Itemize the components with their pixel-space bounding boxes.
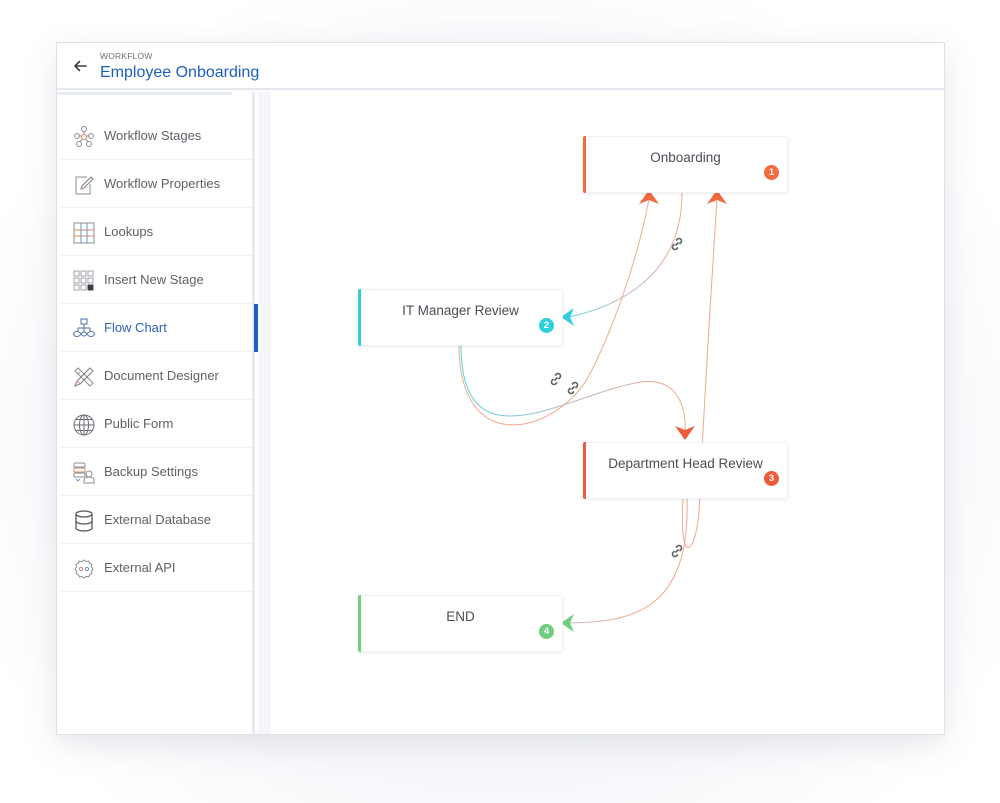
sidebar-item-backup-settings[interactable]: Backup Settings — [60, 448, 252, 496]
stage-node-it-manager-review[interactable]: IT Manager Review 2 — [358, 289, 563, 346]
sidebar-item-label: Workflow Stages — [104, 128, 202, 143]
sidebar-item-workflow-stages[interactable]: Workflow Stages — [60, 112, 252, 160]
chain-link-icon[interactable] — [669, 236, 685, 252]
sidebar-item-label: Insert New Stage — [104, 272, 204, 287]
page-title: Employee Onboarding — [100, 64, 260, 81]
edge-dept-head-to-end[interactable] — [568, 496, 688, 624]
stage-title: IT Manager Review — [402, 303, 519, 318]
sidebar-item-label: Public Form — [104, 416, 174, 431]
sidebar-item-document-designer[interactable]: Document Designer — [60, 352, 252, 400]
sidebar-item-label: External Database — [104, 512, 211, 527]
sidebar-item-lookups[interactable]: Lookups — [60, 208, 252, 256]
stage-number-badge: 4 — [539, 624, 554, 639]
app-window: WORKFLOW Employee Onboarding Workflow St… — [56, 42, 945, 735]
sidebar-item-label: Lookups — [104, 224, 154, 239]
sidebar-item-insert-new-stage[interactable]: Insert New Stage — [60, 256, 252, 304]
sidebar-divider — [57, 92, 232, 95]
stage-title: END — [446, 609, 475, 624]
chain-link-icon[interactable] — [548, 371, 564, 387]
sidebar-item-label: Flow Chart — [104, 320, 167, 335]
header-subtitle: WORKFLOW — [100, 51, 153, 61]
flowchart-icon — [73, 318, 95, 337]
sidebar-item-label: External API — [104, 560, 176, 575]
sidebar-item-external-database[interactable]: External Database — [60, 496, 252, 544]
sidebar-item-label: Backup Settings — [104, 464, 198, 479]
page-header: WORKFLOW Employee Onboarding — [57, 43, 944, 90]
stage-node-onboarding[interactable]: Onboarding 1 — [583, 136, 788, 193]
chain-link-icon[interactable] — [669, 543, 685, 559]
stage-node-department-head-review[interactable]: Department Head Review 3 — [583, 442, 788, 499]
arrow-left-icon[interactable] — [71, 57, 89, 75]
panel-splitter[interactable] — [258, 92, 271, 734]
sidebar-item-label: Workflow Properties — [104, 176, 221, 191]
stage-number-badge: 3 — [764, 471, 779, 486]
sidebar-item-external-api[interactable]: External API — [60, 544, 252, 592]
stage-number-badge: 1 — [764, 165, 779, 180]
sidebar-item-flow-chart[interactable]: Flow Chart — [60, 304, 258, 352]
backup-database-icon — [73, 462, 95, 484]
flowchart-canvas: Onboarding 1 IT Manager Review 2 Departm… — [271, 92, 944, 734]
edge-onboarding-to-it-manager[interactable] — [568, 192, 683, 318]
sidebar-item-public-form[interactable]: Public Form — [60, 400, 252, 448]
sidebar-item-workflow-properties[interactable]: Workflow Properties — [60, 160, 252, 208]
stage-node-end[interactable]: END 4 — [358, 595, 563, 652]
insert-grid-icon — [73, 270, 94, 291]
stage-number-badge: 2 — [539, 318, 554, 333]
database-icon — [75, 510, 93, 532]
stage-title: Department Head Review — [608, 456, 763, 471]
stage-title: Onboarding — [650, 150, 721, 165]
sidebar-item-label: Document Designer — [104, 368, 219, 383]
pencil-ruler-icon — [74, 367, 94, 387]
edit-document-icon — [75, 176, 94, 195]
grid-table-icon — [73, 222, 95, 244]
sidebar: Workflow Stages Workflow Properties Look… — [57, 92, 258, 734]
globe-icon — [73, 414, 95, 436]
api-gear-icon — [74, 559, 94, 579]
stages-network-icon — [74, 126, 94, 147]
chain-link-icon[interactable] — [565, 380, 581, 396]
